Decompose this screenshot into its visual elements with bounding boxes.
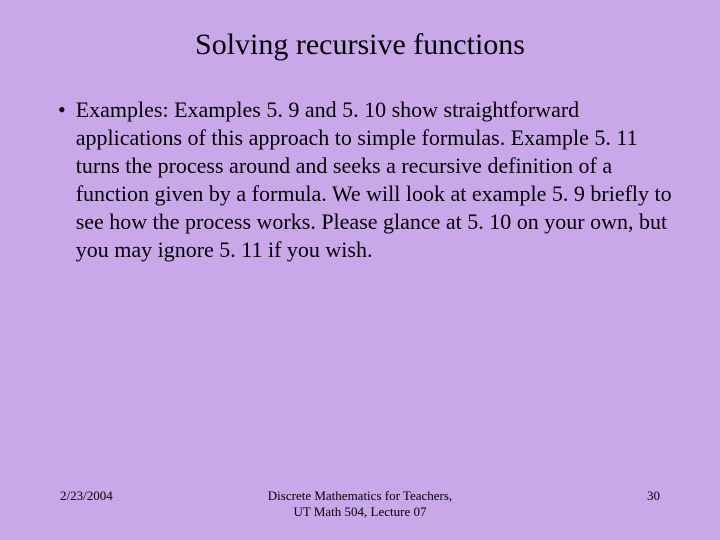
body-paragraph: Examples: Examples 5. 9 and 5. 10 show s…	[76, 96, 676, 264]
bullet-item: • Examples: Examples 5. 9 and 5. 10 show…	[58, 96, 680, 264]
slide-title: Solving recursive functions	[40, 28, 680, 62]
slide-footer: 2/23/2004 Discrete Mathematics for Teach…	[0, 488, 720, 520]
footer-course-line1: Discrete Mathematics for Teachers,	[231, 488, 488, 504]
bullet-marker: •	[58, 96, 66, 124]
footer-course-info: Discrete Mathematics for Teachers, UT Ma…	[231, 488, 488, 520]
slide-content: • Examples: Examples 5. 9 and 5. 10 show…	[40, 96, 680, 264]
footer-date: 2/23/2004	[60, 488, 231, 504]
footer-page-number: 30	[489, 488, 660, 504]
slide-container: Solving recursive functions • Examples: …	[0, 0, 720, 540]
footer-course-line2: UT Math 504, Lecture 07	[231, 504, 488, 520]
